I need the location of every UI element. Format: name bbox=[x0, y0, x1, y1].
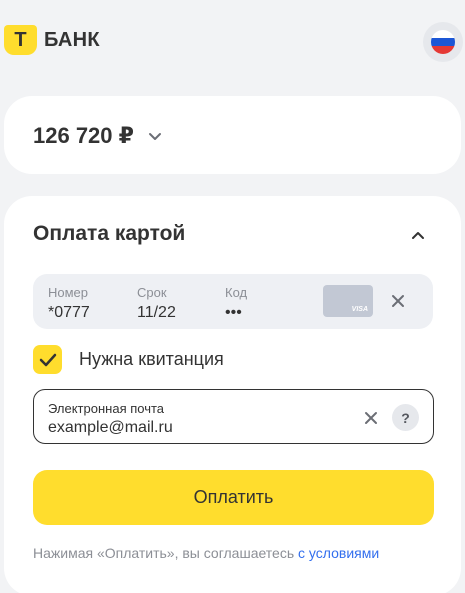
payment-title: Оплата картой bbox=[33, 222, 186, 245]
card-details-block[interactable]: Номер *0777 Срок 11/22 Код ••• VISA bbox=[33, 274, 433, 329]
clear-card-button[interactable] bbox=[388, 291, 408, 311]
terms-text: Нажимая «Оплатить», вы соглашаетесь bbox=[33, 545, 299, 561]
bank-logo[interactable]: Т БАНК bbox=[4, 25, 100, 55]
amount-value: 126 720 ₽ bbox=[33, 123, 134, 148]
amount-card[interactable]: 126 720 ₽ bbox=[4, 96, 461, 174]
collapse-button[interactable] bbox=[406, 224, 430, 248]
receipt-checkbox-row[interactable]: Нужна квитанция bbox=[33, 345, 224, 374]
header: Т БАНК bbox=[0, 0, 465, 80]
check-icon bbox=[39, 353, 56, 366]
email-field[interactable]: Электронная почта example@mail.ru ? bbox=[33, 389, 434, 444]
clear-email-button[interactable] bbox=[361, 408, 381, 428]
logo-shield-icon: Т bbox=[4, 25, 37, 55]
pay-button[interactable]: Оплатить bbox=[33, 470, 434, 525]
terms-notice: Нажимая «Оплатить», вы соглашаетесь с ус… bbox=[33, 545, 379, 561]
card-number-label: Номер bbox=[48, 285, 89, 300]
card-payment-panel: Оплата картой Номер *0777 Срок 11/22 Код… bbox=[4, 196, 461, 593]
card-cvc-label: Код bbox=[225, 285, 248, 300]
card-expiry-value: 11/22 bbox=[137, 304, 176, 321]
chevron-down-icon bbox=[148, 133, 161, 140]
amount-display[interactable]: 126 720 ₽ bbox=[33, 123, 164, 149]
card-number-value: *0777 bbox=[48, 304, 90, 321]
card-expiry-field[interactable]: Срок 11/22 bbox=[137, 285, 176, 322]
email-value[interactable]: example@mail.ru bbox=[48, 419, 173, 437]
visa-card-icon: VISA bbox=[323, 285, 373, 317]
chevron-up-icon bbox=[412, 232, 424, 239]
terms-link[interactable]: с условиями bbox=[298, 545, 379, 561]
card-number-field[interactable]: Номер *0777 bbox=[48, 285, 90, 322]
question-icon: ? bbox=[401, 409, 410, 426]
receipt-label: Нужна квитанция bbox=[79, 349, 224, 369]
email-label: Электронная почта bbox=[48, 401, 165, 416]
language-button[interactable] bbox=[423, 22, 463, 62]
card-brand-label: VISA bbox=[351, 306, 368, 313]
close-icon bbox=[392, 295, 404, 307]
card-cvc-value: ••• bbox=[225, 304, 242, 321]
russia-flag-icon bbox=[431, 30, 455, 54]
receipt-checkbox[interactable] bbox=[33, 345, 62, 374]
logo-text: БАНК bbox=[44, 28, 100, 51]
logo-letter: Т bbox=[14, 29, 27, 51]
help-button[interactable]: ? bbox=[392, 404, 419, 431]
close-icon bbox=[365, 412, 377, 424]
card-expiry-label: Срок bbox=[137, 285, 167, 300]
card-cvc-field[interactable]: Код ••• bbox=[225, 285, 247, 322]
